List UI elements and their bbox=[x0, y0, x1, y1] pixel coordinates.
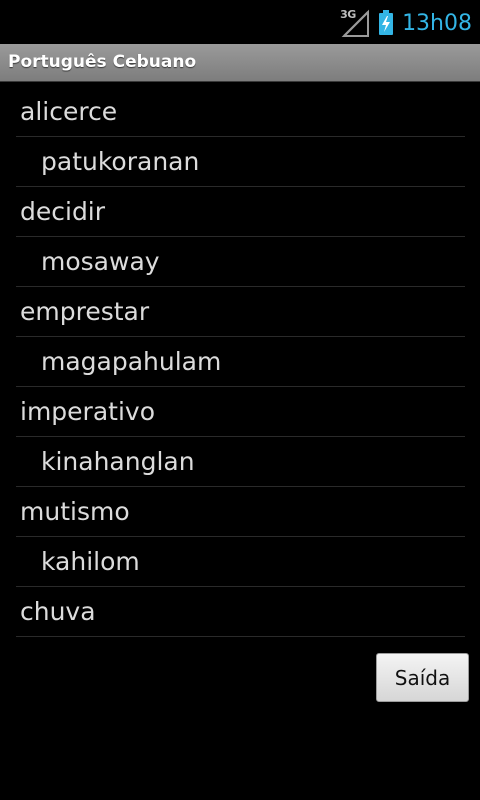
title-bar: Português Cebuano bbox=[0, 44, 480, 82]
exit-button[interactable]: Saída bbox=[376, 653, 469, 702]
battery-charging-icon bbox=[379, 10, 394, 35]
list-item-term[interactable]: chuva bbox=[16, 587, 465, 637]
list-item-term[interactable]: alicerce bbox=[16, 87, 465, 137]
status-bar: 3G 13h08 bbox=[0, 0, 480, 44]
clock: 13h08 bbox=[402, 10, 472, 36]
list-item-translation[interactable]: magapahulam bbox=[16, 337, 465, 387]
word-list: alicerce patukoranan decidir mosaway emp… bbox=[16, 87, 465, 637]
status-icons: 3G 13h08 bbox=[340, 6, 472, 40]
list-item-translation[interactable]: patukoranan bbox=[16, 137, 465, 187]
list-item-translation[interactable]: kinahanglan bbox=[16, 437, 465, 487]
list-item-term[interactable]: mutismo bbox=[16, 487, 465, 537]
list-item-translation[interactable]: kahilom bbox=[16, 537, 465, 587]
network-type-label: 3G bbox=[340, 8, 356, 21]
list-item-term[interactable]: imperativo bbox=[16, 387, 465, 437]
list-item-term[interactable]: emprestar bbox=[16, 287, 465, 337]
page-title: Português Cebuano bbox=[8, 52, 197, 72]
list-item-term[interactable]: decidir bbox=[16, 187, 465, 237]
list-item-translation[interactable]: mosaway bbox=[16, 237, 465, 287]
signal-indicator: 3G bbox=[340, 8, 370, 38]
